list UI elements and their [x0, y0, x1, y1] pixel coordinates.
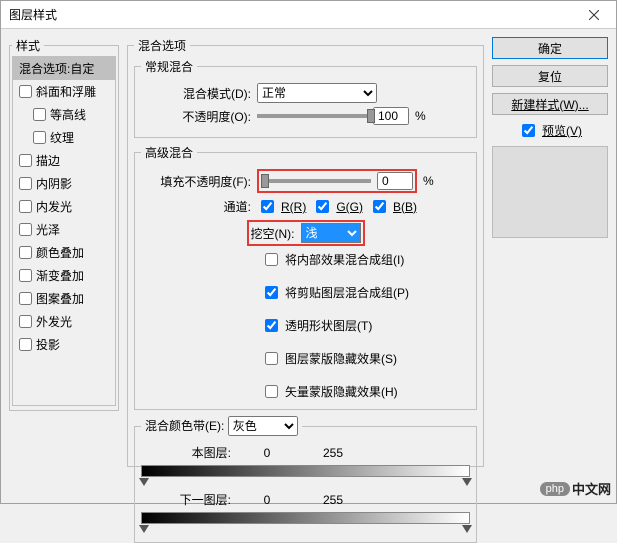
under-low-handle[interactable]	[139, 525, 149, 533]
opt3-checkbox[interactable]	[265, 319, 278, 332]
styles-legend: 样式	[12, 37, 44, 54]
style-item-stroke[interactable]: 描边	[13, 149, 115, 172]
preview-checkbox[interactable]	[522, 124, 535, 137]
style-item-blending-options[interactable]: 混合选项:自定	[13, 57, 115, 80]
texture-checkbox[interactable]	[33, 131, 46, 144]
opacity-label: 不透明度(O):	[141, 108, 251, 125]
style-item-contour[interactable]: 等高线	[13, 103, 115, 126]
watermark-badge: php	[540, 482, 570, 496]
under-layer-gradient[interactable]	[141, 512, 470, 524]
fill-opacity-slider[interactable]	[261, 179, 371, 183]
opt4-checkbox[interactable]	[265, 352, 278, 365]
style-item-gradient-overlay[interactable]: 渐变叠加	[13, 264, 115, 287]
opt5-checkbox[interactable]	[265, 385, 278, 398]
style-item-color-overlay[interactable]: 颜色叠加	[13, 241, 115, 264]
percent-label-2: %	[423, 174, 434, 188]
stroke-checkbox[interactable]	[19, 154, 32, 167]
this-layer-gradient[interactable]	[141, 465, 470, 477]
pattern-overlay-checkbox[interactable]	[19, 292, 32, 305]
titlebar: 图层样式	[1, 1, 616, 29]
watermark-text: 中文网	[572, 479, 611, 498]
color-overlay-checkbox[interactable]	[19, 246, 32, 259]
under-high: 255	[303, 493, 363, 507]
general-blend-fieldset: 常规混合 混合模式(D): 正常 不透明度(O): %	[134, 58, 477, 138]
style-item-satin[interactable]: 光泽	[13, 218, 115, 241]
this-layer-label: 本图层:	[141, 444, 231, 461]
blend-mode-label: 混合模式(D):	[141, 85, 251, 102]
channel-g[interactable]: G(G)	[312, 197, 363, 216]
gradient-overlay-checkbox[interactable]	[19, 269, 32, 282]
drop-shadow-checkbox[interactable]	[19, 338, 32, 351]
channel-b-checkbox[interactable]	[373, 200, 386, 213]
preview-swatch	[492, 146, 608, 238]
style-list: 混合选项:自定 斜面和浮雕 等高线 纹理 描边 内阴影 内发光 光泽 颜色叠加 …	[12, 56, 116, 406]
style-item-inner-glow[interactable]: 内发光	[13, 195, 115, 218]
style-item-pattern-overlay[interactable]: 图案叠加	[13, 287, 115, 310]
preview-toggle[interactable]: 预览(V)	[492, 121, 608, 140]
channel-r[interactable]: R(R)	[257, 197, 306, 216]
opt-clip-layers[interactable]: 将剪贴图层混合成组(P)	[261, 283, 470, 302]
inner-shadow-checkbox[interactable]	[19, 177, 32, 190]
window-title: 图层样式	[9, 6, 57, 23]
style-item-inner-shadow[interactable]: 内阴影	[13, 172, 115, 195]
style-item-outer-glow[interactable]: 外发光	[13, 310, 115, 333]
channels-label: 通道:	[141, 198, 251, 215]
close-button[interactable]	[571, 1, 616, 29]
blend-if-select[interactable]: 灰色	[228, 416, 298, 436]
center-panel: 混合选项 常规混合 混合模式(D): 正常 不透明度(O): %	[127, 37, 484, 495]
this-high: 255	[303, 446, 363, 460]
blend-options-fieldset: 混合选项 常规混合 混合模式(D): 正常 不透明度(O): %	[127, 37, 484, 467]
close-icon	[589, 10, 599, 20]
satin-checkbox[interactable]	[19, 223, 32, 236]
bevel-checkbox[interactable]	[19, 85, 32, 98]
styles-fieldset: 样式 混合选项:自定 斜面和浮雕 等高线 纹理 描边 内阴影 内发光 光泽 颜色…	[9, 37, 119, 411]
this-high-handle[interactable]	[462, 478, 472, 486]
blend-if-fieldset: 混合颜色带(E): 灰色 本图层: 0 255 下一图层:	[134, 416, 477, 543]
under-layer-label: 下一图层:	[141, 491, 231, 508]
opt-vector-mask-hides[interactable]: 矢量蒙版隐藏效果(H)	[261, 382, 470, 401]
opt-layer-mask-hides[interactable]: 图层蒙版隐藏效果(S)	[261, 349, 470, 368]
style-item-drop-shadow[interactable]: 投影	[13, 333, 115, 356]
layer-style-dialog: 图层样式 样式 混合选项:自定 斜面和浮雕 等高线 纹理 描边 内阴影 内发光 …	[0, 0, 617, 504]
fill-opacity-highlight	[257, 169, 417, 193]
right-panel: 确定 复位 新建样式(W)... 预览(V)	[492, 37, 608, 495]
channel-r-checkbox[interactable]	[261, 200, 274, 213]
opacity-slider[interactable]	[257, 114, 367, 118]
channel-g-checkbox[interactable]	[316, 200, 329, 213]
under-high-handle[interactable]	[462, 525, 472, 533]
opt-transparency-shapes[interactable]: 透明形状图层(T)	[261, 316, 470, 335]
fill-opacity-label: 填充不透明度(F):	[141, 173, 251, 190]
blend-mode-select[interactable]: 正常	[257, 83, 377, 103]
blend-options-legend: 混合选项	[134, 37, 190, 54]
inner-glow-checkbox[interactable]	[19, 200, 32, 213]
this-low: 0	[237, 446, 297, 460]
knockout-select[interactable]: 浅	[301, 223, 361, 243]
watermark: php 中文网	[540, 479, 611, 498]
knockout-highlight: 挖空(N): 浅	[247, 220, 365, 246]
new-style-button[interactable]: 新建样式(W)...	[492, 93, 608, 115]
general-blend-legend: 常规混合	[141, 58, 197, 75]
advanced-blend-legend: 高级混合	[141, 144, 197, 161]
under-low: 0	[237, 493, 297, 507]
opt2-checkbox[interactable]	[265, 286, 278, 299]
cancel-button[interactable]: 复位	[492, 65, 608, 87]
blend-if-legend: 混合颜色带(E): 灰色	[141, 416, 302, 436]
advanced-blend-fieldset: 高级混合 填充不透明度(F): % 通道: R(R) G(G) B(B)	[134, 144, 477, 410]
contour-checkbox[interactable]	[33, 108, 46, 121]
this-low-handle[interactable]	[139, 478, 149, 486]
percent-label: %	[415, 109, 426, 123]
fill-opacity-input[interactable]	[377, 172, 413, 190]
opt-inner-effects[interactable]: 将内部效果混合成组(I)	[261, 250, 470, 269]
opt1-checkbox[interactable]	[265, 253, 278, 266]
outer-glow-checkbox[interactable]	[19, 315, 32, 328]
styles-panel: 样式 混合选项:自定 斜面和浮雕 等高线 纹理 描边 内阴影 内发光 光泽 颜色…	[9, 37, 119, 495]
ok-button[interactable]: 确定	[492, 37, 608, 59]
opacity-input[interactable]	[373, 107, 409, 125]
knockout-label: 挖空(N):	[251, 225, 295, 242]
style-item-bevel[interactable]: 斜面和浮雕	[13, 80, 115, 103]
channel-b[interactable]: B(B)	[369, 197, 417, 216]
style-item-texture[interactable]: 纹理	[13, 126, 115, 149]
